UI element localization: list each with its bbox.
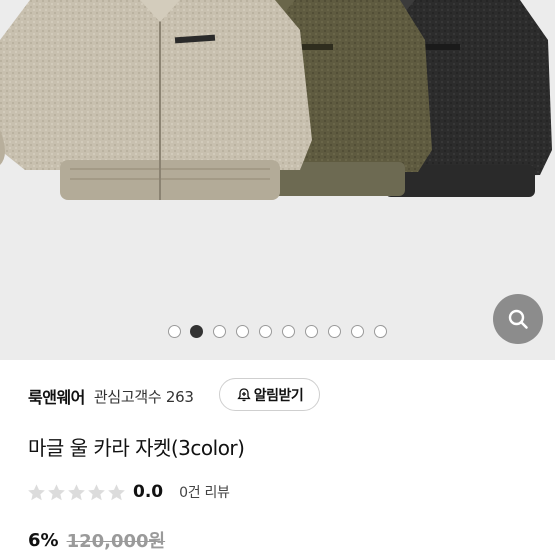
product-image[interactable] xyxy=(0,0,555,360)
product-photo-jackets xyxy=(0,0,555,360)
zoom-button[interactable] xyxy=(493,294,543,344)
notify-button-label: 알림받기 xyxy=(253,387,304,404)
rating-stars xyxy=(27,483,127,502)
carousel-dot[interactable] xyxy=(328,325,341,338)
brand-row: 룩앤웨어 관심고객수 263 xyxy=(28,381,194,411)
bell-plus-icon xyxy=(237,387,251,401)
review-count[interactable]: 0건 리뷰 xyxy=(179,482,230,502)
carousel-dot-active[interactable] xyxy=(190,325,203,338)
carousel-dot[interactable] xyxy=(259,325,272,338)
original-price: 120,000원 xyxy=(66,531,166,552)
rating-row: 0.0 0건 리뷰 xyxy=(27,480,230,504)
brand-followers: 관심고객수 263 xyxy=(93,387,194,406)
carousel-dot[interactable] xyxy=(374,325,387,338)
jacket-beige xyxy=(0,0,312,200)
carousel-dot[interactable] xyxy=(282,325,295,338)
carousel-dot[interactable] xyxy=(168,325,181,338)
carousel-dot[interactable] xyxy=(213,325,226,338)
star-icon xyxy=(48,483,65,500)
brand-name[interactable]: 룩앤웨어 xyxy=(28,384,85,408)
star-icon xyxy=(88,483,105,500)
rating-value: 0.0 xyxy=(133,482,164,502)
star-icon xyxy=(108,483,125,500)
price-row: 6% 120,000원 xyxy=(28,527,165,553)
carousel-dots xyxy=(0,323,555,339)
carousel-dot[interactable] xyxy=(305,325,318,338)
star-icon xyxy=(28,483,45,500)
search-icon xyxy=(508,309,528,329)
product-title: 마글 울 카라 자켓(3color) xyxy=(28,436,245,460)
discount-rate: 6% xyxy=(28,529,59,551)
notify-button[interactable]: 알림받기 xyxy=(219,378,320,411)
star-icon xyxy=(68,483,85,500)
carousel-dot[interactable] xyxy=(236,325,249,338)
carousel-dot[interactable] xyxy=(351,325,364,338)
